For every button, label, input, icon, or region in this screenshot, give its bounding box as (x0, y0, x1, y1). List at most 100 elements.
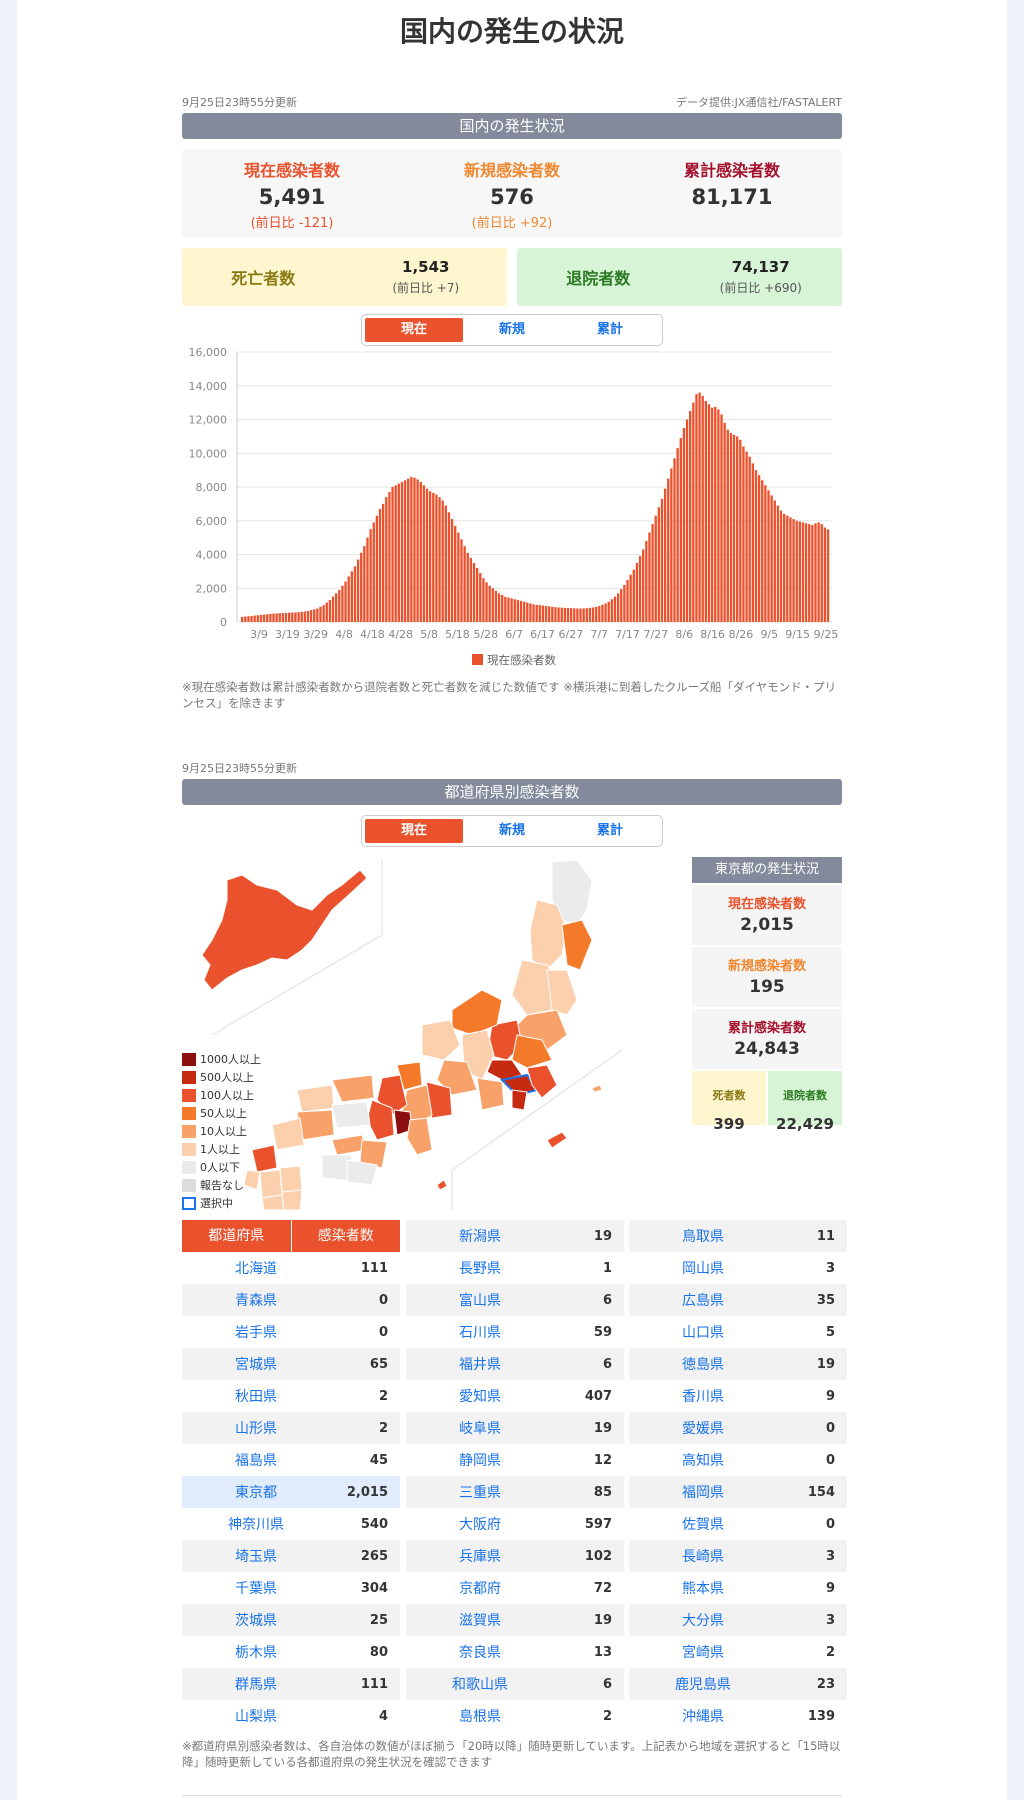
chart-bar[interactable] (692, 402, 695, 622)
chart-bar[interactable] (620, 589, 623, 622)
chart-bar[interactable] (626, 579, 629, 622)
chart-bar[interactable] (538, 605, 541, 622)
prefecture-row[interactable]: 沖縄県 139 (629, 1700, 847, 1732)
chart-bar[interactable] (707, 404, 711, 622)
chart-bar[interactable] (400, 481, 404, 622)
chart-bar[interactable] (604, 603, 607, 622)
chart-bar[interactable] (281, 613, 285, 622)
chart-bar[interactable] (573, 608, 576, 622)
chart-bar[interactable] (789, 517, 792, 622)
chart-bar[interactable] (548, 606, 551, 622)
prefecture-name-link[interactable]: 佐賀県 (629, 1514, 777, 1534)
prefecture-row[interactable]: 京都府 72 (406, 1572, 624, 1604)
chart-bar[interactable] (256, 615, 259, 622)
prefecture-name-link[interactable]: 鳥取県 (629, 1226, 777, 1246)
chart-bar[interactable] (732, 434, 736, 622)
prefecture-row[interactable]: 福井県 6 (406, 1348, 624, 1380)
prefecture-name-link[interactable]: 宮崎県 (629, 1642, 777, 1662)
chart-bar[interactable] (826, 529, 830, 622)
chart-bar[interactable] (444, 505, 447, 622)
prefecture-row[interactable]: 岐阜県 19 (406, 1412, 624, 1444)
chart-bar[interactable] (450, 519, 454, 622)
chart-bar[interactable] (504, 596, 507, 622)
prefecture-name-link[interactable]: 山口県 (629, 1322, 777, 1342)
chart-bar[interactable] (284, 612, 288, 622)
prefecture-name-link[interactable]: 新潟県 (406, 1226, 554, 1246)
chart-bar[interactable] (704, 400, 708, 622)
prefecture-name-link[interactable]: 香川県 (629, 1386, 777, 1406)
chart-bar[interactable] (287, 612, 291, 622)
chart-bar[interactable] (676, 448, 679, 622)
prefecture-name-link[interactable]: 静岡県 (406, 1450, 554, 1470)
tab-new[interactable]: 新規 (463, 318, 561, 342)
chart-bar[interactable] (316, 608, 319, 623)
chart-bar[interactable] (726, 429, 729, 622)
chart-bar[interactable] (372, 522, 375, 622)
prefecture-row[interactable]: 秋田県 2 (182, 1380, 400, 1412)
chart-bar[interactable] (770, 495, 773, 622)
prefecture-name-link[interactable]: 三重県 (406, 1482, 554, 1502)
chart-bar[interactable] (425, 488, 429, 622)
prefecture-name-link[interactable]: 宮城県 (182, 1354, 330, 1374)
chart-bar[interactable] (695, 394, 698, 622)
prefecture-row[interactable]: 兵庫県 102 (406, 1540, 624, 1572)
chart-bar[interactable] (319, 606, 322, 622)
chart-bar[interactable] (250, 615, 253, 622)
chart-bar[interactable] (814, 523, 817, 622)
chart-bar[interactable] (736, 436, 739, 622)
chart-bar[interactable] (297, 612, 300, 622)
chart-bar[interactable] (786, 515, 789, 622)
prefecture-name-link[interactable]: 島根県 (406, 1706, 554, 1726)
chart-bar[interactable] (397, 483, 400, 622)
chart-bar[interactable] (685, 419, 689, 623)
prefecture-name-link[interactable]: 愛媛県 (629, 1418, 777, 1438)
chart-bar[interactable] (428, 491, 432, 622)
chart-bar[interactable] (494, 590, 498, 622)
chart-bar[interactable] (526, 602, 529, 622)
chart-bar[interactable] (244, 616, 247, 622)
chart-bar[interactable] (585, 608, 588, 622)
prefecture-row[interactable]: 宮崎県 2 (629, 1636, 847, 1668)
chart-bar[interactable] (447, 512, 451, 622)
chart-bar[interactable] (808, 524, 811, 622)
chart-bar[interactable] (607, 601, 610, 622)
prefecture-row[interactable]: 大分県 3 (629, 1604, 847, 1636)
chart-bar[interactable] (325, 602, 328, 622)
chart-bar[interactable] (645, 541, 648, 622)
prefecture-name-link[interactable]: 千葉県 (182, 1578, 330, 1598)
prefecture-name-link[interactable]: 群馬県 (182, 1674, 330, 1694)
prefecture-row[interactable]: 群馬県 111 (182, 1668, 400, 1700)
chart-bar[interactable] (660, 498, 664, 622)
chart-bar[interactable] (306, 611, 310, 622)
prefecture-name-link[interactable]: 高知県 (629, 1450, 777, 1470)
chart-bar[interactable] (739, 439, 742, 622)
chart-bar[interactable] (817, 522, 820, 622)
prefecture-row[interactable]: 岩手県 0 (182, 1316, 400, 1348)
prefecture-row[interactable]: 福島県 45 (182, 1444, 400, 1476)
chart-bar[interactable] (516, 600, 520, 622)
chart-bar[interactable] (751, 463, 755, 622)
chart-bar[interactable] (779, 510, 783, 622)
prefecture-row[interactable]: 青森県 0 (182, 1284, 400, 1316)
chart-bar[interactable] (529, 603, 532, 622)
chart-bar[interactable] (823, 527, 827, 623)
chart-bar[interactable] (291, 612, 294, 622)
prefecture-row[interactable]: 熊本県 9 (629, 1572, 847, 1604)
prefecture-row[interactable]: 北海道 111 (182, 1252, 400, 1284)
chart-bar[interactable] (266, 614, 269, 622)
chart-bar[interactable] (701, 395, 704, 622)
chart-bar[interactable] (670, 468, 673, 622)
prefecture-row[interactable]: 愛知県 407 (406, 1380, 624, 1412)
chart-bar[interactable] (313, 609, 316, 622)
chart-bar[interactable] (601, 604, 604, 622)
chart-bar[interactable] (588, 607, 592, 622)
chart-bar[interactable] (488, 585, 491, 622)
chart-bar[interactable] (507, 597, 510, 622)
prefecture-row[interactable]: 島根県 2 (406, 1700, 624, 1732)
chart-bar[interactable] (460, 539, 463, 622)
chart-bar[interactable] (714, 406, 717, 622)
chart-bar[interactable] (569, 608, 573, 622)
chart-bar[interactable] (773, 500, 776, 623)
prefecture-name-link[interactable]: 埼玉県 (182, 1546, 330, 1566)
prefecture-name-link[interactable]: 大分県 (629, 1610, 777, 1630)
